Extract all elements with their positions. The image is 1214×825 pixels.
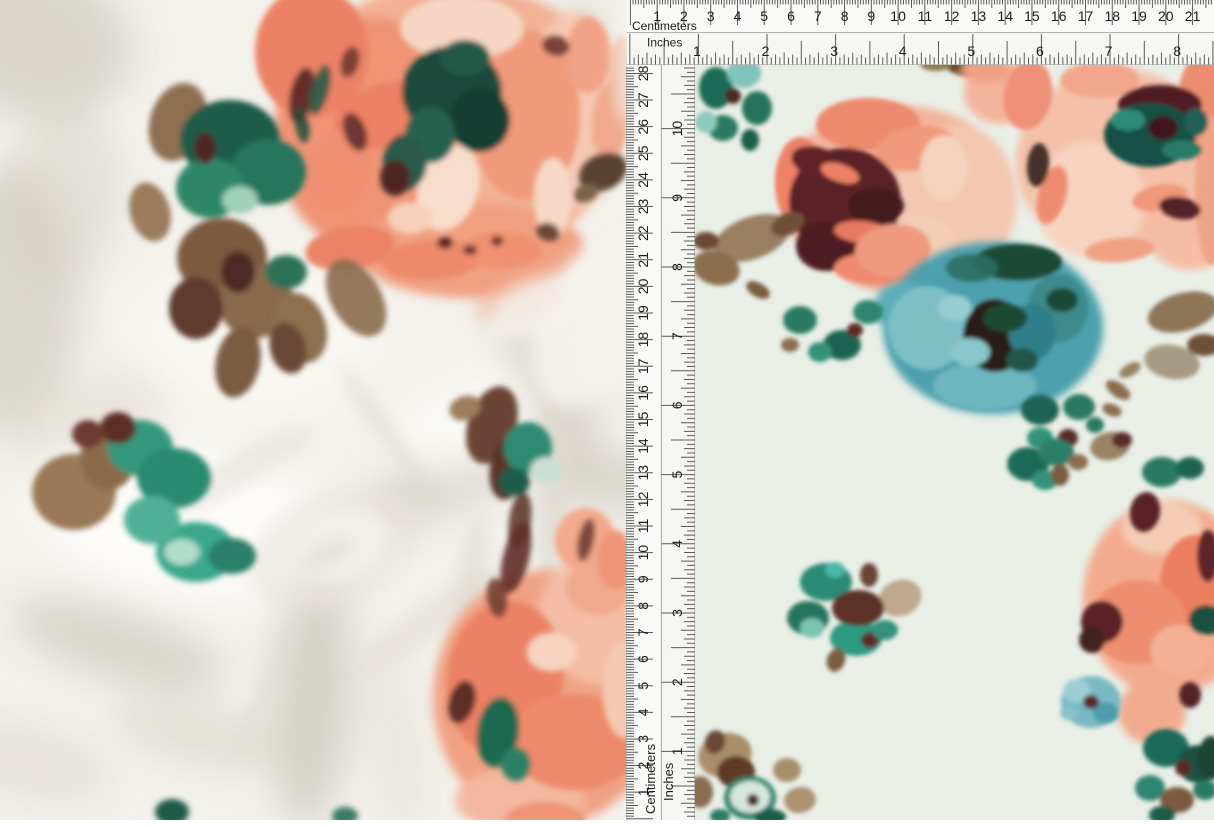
svg-text:12: 12 — [944, 8, 960, 24]
svg-text:16: 16 — [1051, 8, 1067, 24]
svg-text:4: 4 — [635, 708, 651, 716]
svg-text:17: 17 — [1078, 8, 1094, 24]
svg-text:3: 3 — [707, 8, 715, 24]
svg-text:20: 20 — [635, 278, 651, 294]
svg-text:24: 24 — [635, 172, 651, 188]
svg-text:Centimeters: Centimeters — [643, 743, 658, 814]
svg-text:7: 7 — [814, 8, 822, 24]
svg-text:5: 5 — [669, 470, 685, 478]
svg-text:6: 6 — [635, 655, 651, 663]
svg-text:18: 18 — [635, 332, 651, 348]
svg-text:15: 15 — [635, 412, 651, 428]
svg-text:16: 16 — [635, 385, 651, 401]
svg-text:21: 21 — [635, 252, 651, 268]
svg-text:8: 8 — [1173, 43, 1181, 59]
svg-text:1: 1 — [669, 747, 685, 755]
svg-text:2: 2 — [669, 678, 685, 686]
svg-text:10: 10 — [669, 121, 685, 137]
svg-text:11: 11 — [918, 8, 933, 24]
svg-text:13: 13 — [635, 465, 651, 481]
svg-text:1: 1 — [693, 43, 701, 59]
svg-text:25: 25 — [635, 145, 651, 161]
svg-text:7: 7 — [1105, 43, 1113, 59]
svg-text:22: 22 — [635, 225, 651, 241]
svg-text:26: 26 — [635, 119, 651, 135]
svg-text:6: 6 — [669, 401, 685, 409]
svg-text:9: 9 — [867, 8, 875, 24]
svg-text:5: 5 — [635, 682, 651, 690]
svg-text:6: 6 — [1036, 43, 1044, 59]
svg-text:28: 28 — [635, 65, 651, 81]
svg-text:7: 7 — [669, 332, 685, 340]
svg-text:8: 8 — [669, 263, 685, 271]
svg-text:4: 4 — [669, 540, 685, 548]
svg-text:23: 23 — [635, 199, 651, 215]
svg-text:Centimeters: Centimeters — [632, 19, 697, 33]
svg-text:19: 19 — [635, 305, 651, 321]
svg-text:4: 4 — [899, 43, 907, 59]
svg-text:8: 8 — [635, 602, 651, 610]
svg-text:15: 15 — [1024, 8, 1040, 24]
svg-text:6: 6 — [787, 8, 795, 24]
svg-text:5: 5 — [760, 8, 768, 24]
svg-text:4: 4 — [734, 8, 742, 24]
svg-text:7: 7 — [635, 628, 651, 636]
svg-text:14: 14 — [997, 8, 1013, 24]
svg-text:11: 11 — [635, 519, 651, 534]
svg-text:8: 8 — [841, 8, 849, 24]
svg-text:9: 9 — [669, 194, 685, 202]
svg-text:Inches: Inches — [661, 762, 676, 801]
svg-text:3: 3 — [830, 43, 838, 59]
svg-text:3: 3 — [669, 609, 685, 617]
svg-text:18: 18 — [1105, 8, 1121, 24]
svg-text:3: 3 — [635, 735, 651, 743]
svg-text:17: 17 — [635, 358, 651, 374]
svg-text:13: 13 — [971, 8, 987, 24]
svg-text:9: 9 — [635, 575, 651, 583]
svg-text:5: 5 — [967, 43, 975, 59]
svg-text:19: 19 — [1131, 8, 1147, 24]
svg-text:10: 10 — [890, 8, 906, 24]
svg-text:27: 27 — [635, 92, 651, 108]
svg-text:20: 20 — [1158, 8, 1174, 24]
svg-text:21: 21 — [1185, 8, 1201, 24]
svg-text:2: 2 — [762, 43, 770, 59]
svg-text:14: 14 — [635, 438, 651, 454]
svg-text:10: 10 — [635, 545, 651, 561]
svg-text:12: 12 — [635, 491, 651, 507]
svg-text:Inches: Inches — [647, 36, 682, 50]
